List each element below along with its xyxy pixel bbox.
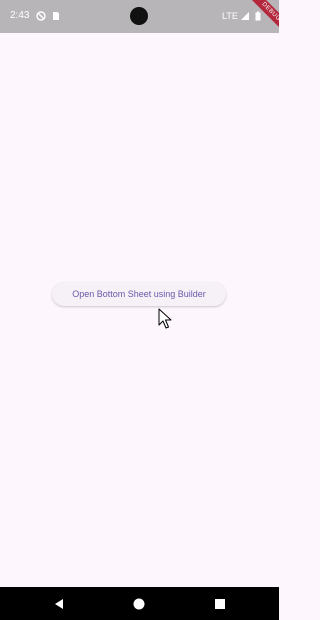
sim-card-icon xyxy=(53,12,59,20)
open-bottom-sheet-button[interactable]: Open Bottom Sheet using Builder xyxy=(52,282,226,306)
network-type: LTE xyxy=(222,11,238,21)
camera-cutout xyxy=(130,7,148,25)
debug-banner: DEBUG xyxy=(243,0,279,36)
vpn-icon xyxy=(36,11,46,21)
back-icon[interactable] xyxy=(53,598,65,610)
recents-icon[interactable] xyxy=(214,598,226,610)
status-time: 2:43 xyxy=(10,10,30,21)
mouse-cursor-icon xyxy=(158,308,172,329)
status-bar: 2:43 LTE xyxy=(0,0,279,33)
debug-ribbon: DEBUG xyxy=(250,0,279,33)
main-content: Open Bottom Sheet using Builder xyxy=(0,33,279,587)
navigation-bar xyxy=(0,587,279,620)
home-icon[interactable] xyxy=(133,598,145,610)
